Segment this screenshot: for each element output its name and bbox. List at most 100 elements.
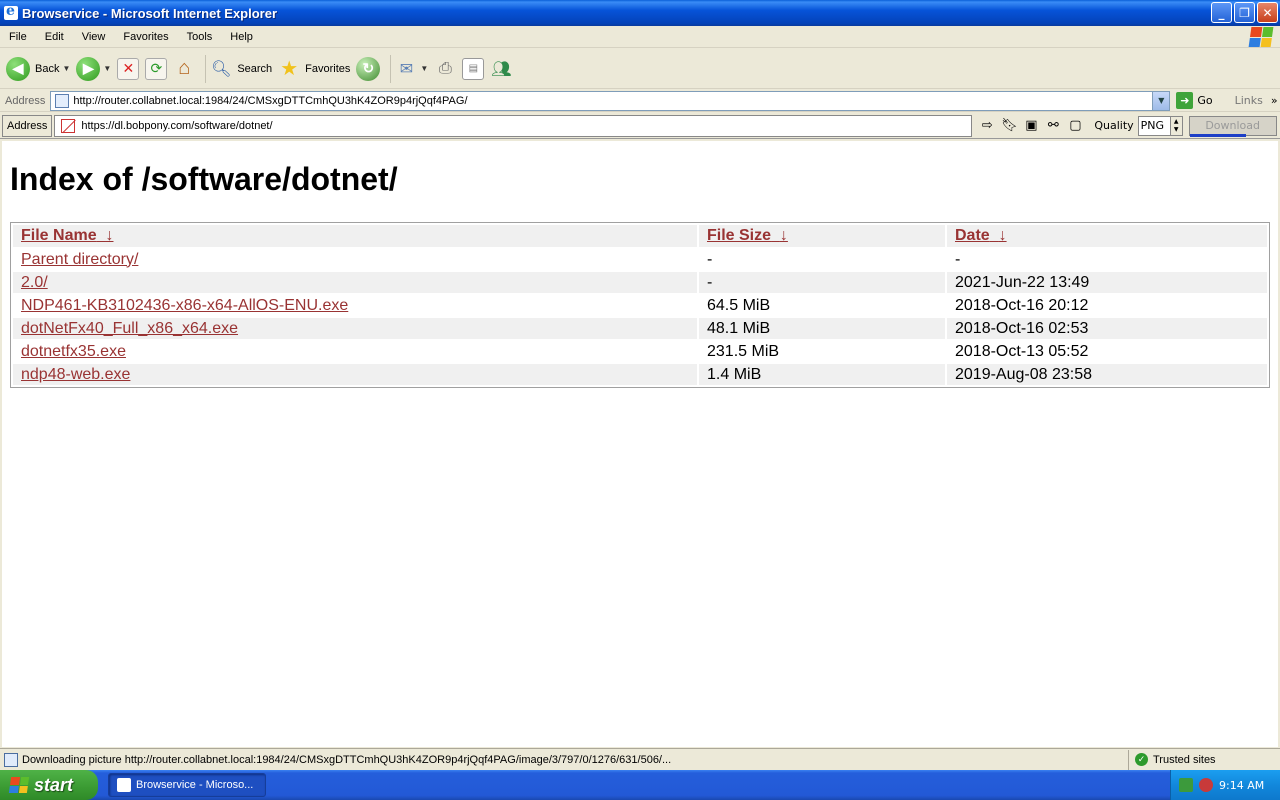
back-dropdown-icon[interactable]: ▼ <box>62 64 70 73</box>
table-row: ndp48-web.exe 1.4 MiB 2019-Aug-08 23:58 <box>13 364 1267 385</box>
forward-dropdown-icon[interactable]: ▼ <box>103 64 111 73</box>
download-button[interactable]: Download <box>1188 115 1277 137</box>
back-button[interactable]: ◀ Back ▼ <box>6 56 70 81</box>
column-header-date: Date ↓ <box>947 225 1267 247</box>
address-input[interactable] <box>73 94 1154 107</box>
quality-value: PNG <box>1140 119 1165 132</box>
menu-view[interactable]: View <box>73 31 115 43</box>
bookmark-icon[interactable]: 🔖︎ <box>1000 118 1018 133</box>
quality-select[interactable]: PNG ▲ ▼ <box>1137 115 1183 136</box>
file-link[interactable]: NDP461-KB3102436-x86-x64-AllOS-ENU.exe <box>21 297 348 314</box>
find-binoculars-icon[interactable]: ⚯ <box>1044 118 1062 133</box>
file-size: - <box>699 272 945 293</box>
table-row: dotNetFx40_Full_x86_x64.exe 48.1 MiB 201… <box>13 318 1267 339</box>
menu-edit[interactable]: Edit <box>36 31 73 43</box>
refresh-button[interactable]: ⟳ <box>145 57 168 80</box>
ie-task-icon <box>117 778 131 792</box>
print-button[interactable]: ⎙ <box>434 58 456 80</box>
stop-button[interactable]: ✕ <box>117 57 140 80</box>
file-date: 2018-Oct-13 05:52 <box>955 342 1089 360</box>
ie-app-icon[interactable] <box>4 3 18 20</box>
edit-button[interactable]: ▤ <box>462 57 485 80</box>
file-date: - <box>955 250 961 268</box>
table-row: 2.0/ - 2021-Jun-22 13:49 <box>13 272 1267 293</box>
minimize-button[interactable]: _ <box>1211 2 1232 23</box>
file-size: 48.1 MiB <box>699 318 945 339</box>
links-chevron-icon[interactable]: » <box>1271 94 1278 107</box>
column-name-label: File Name <box>21 227 97 244</box>
sort-by-name-link[interactable]: File Name ↓ <box>21 227 113 244</box>
refresh-icon: ⟳ <box>145 57 168 80</box>
file-link[interactable]: dotNetFx40_Full_x86_x64.exe <box>21 320 238 337</box>
file-size: 1.4 MiB <box>699 364 945 385</box>
home-button[interactable]: ⌂ <box>173 57 195 80</box>
security-zone[interactable]: ✓ Trusted sites <box>1128 749 1280 770</box>
print-icon: ⎙ <box>438 59 452 77</box>
close-button[interactable]: ✕ <box>1257 2 1278 23</box>
status-text: Downloading picture http://router.collab… <box>22 753 672 766</box>
mail-dropdown-icon[interactable]: ▼ <box>420 64 428 73</box>
address-field[interactable]: ▼ <box>50 90 1171 111</box>
network-icon[interactable] <box>1179 778 1193 792</box>
inner-address-label[interactable]: Address <box>2 114 53 137</box>
address-dropdown-icon[interactable]: ▼ <box>1152 91 1170 110</box>
file-link[interactable]: dotnetfx35.exe <box>21 343 126 360</box>
standard-toolbar: ◀ Back ▼ ▶ ▼ ✕ ⟳ ⌂ 🔍︎ Search ★ Favorites… <box>0 49 1280 89</box>
history-icon: ↻ <box>356 56 381 81</box>
quality-label: Quality <box>1094 119 1134 132</box>
title-bar: Browservice - Microsoft Internet Explore… <box>0 0 1280 26</box>
sort-by-date-link[interactable]: Date ↓ <box>955 227 1007 244</box>
menu-help[interactable]: Help <box>221 31 262 43</box>
file-link[interactable]: ndp48-web.exe <box>21 366 130 383</box>
clipboard-icon[interactable]: ▣ <box>1022 118 1040 133</box>
search-icon: 🔍︎ <box>211 60 232 78</box>
search-label: Search <box>237 62 273 75</box>
search-button[interactable]: 🔍︎ Search <box>210 58 272 80</box>
windows-logo-icon <box>8 777 30 793</box>
home-icon: ⌂ <box>178 57 191 79</box>
stop-icon: ✕ <box>117 57 140 80</box>
toolbar-separator <box>390 54 392 83</box>
window-controls: _ ❐ ✕ <box>1211 2 1278 23</box>
media-button[interactable]: ↻ <box>356 56 381 81</box>
menu-tools[interactable]: Tools <box>178 31 222 43</box>
inner-address-input[interactable] <box>81 119 962 132</box>
browservice-toolbar: Address ⇨ 🔖︎ ▣ ⚯ ▢ Quality PNG ▲▼ Downlo… <box>0 113 1280 139</box>
forward-arrow-icon: ▶ <box>76 56 101 81</box>
column-header-size: File Size ↓ <box>699 225 945 247</box>
menu-favorites[interactable]: Favorites <box>114 31 177 43</box>
clock[interactable]: 9:14 AM <box>1219 779 1264 792</box>
favorites-button[interactable]: ★ Favorites <box>278 58 350 80</box>
sort-by-size-link[interactable]: File Size ↓ <box>707 227 788 244</box>
file-link[interactable]: 2.0/ <box>21 274 48 291</box>
links-label[interactable]: Links <box>1235 94 1263 107</box>
start-button[interactable]: start <box>0 770 98 800</box>
address-label: Address <box>5 94 46 107</box>
security-shield-icon[interactable] <box>1199 778 1213 792</box>
download-label: Download <box>1205 119 1261 132</box>
windows-logo-icon <box>1248 27 1274 47</box>
menu-file[interactable]: File <box>0 31 36 43</box>
quality-spinner-icon[interactable]: ▲ ▼ <box>1169 116 1182 135</box>
go-arrow-icon: ➜ <box>1176 92 1194 109</box>
maximize-button[interactable]: ❐ <box>1234 2 1255 23</box>
taskbar-item-browservice[interactable]: Browservice - Microso... <box>108 773 266 797</box>
file-size: - <box>707 250 713 268</box>
back-arrow-icon: ◀ <box>6 56 30 81</box>
taskbar: start Browservice - Microso... 9:14 AM <box>0 770 1280 800</box>
status-page-icon <box>4 752 18 767</box>
file-listing-table: File Name ↓ File Size ↓ Date ↓ Parent di… <box>10 222 1270 388</box>
messenger-button[interactable]: 👥︎ <box>490 58 512 80</box>
task-label: Browservice - Microso... <box>136 779 254 791</box>
file-date: 2019-Aug-08 23:58 <box>947 364 1267 385</box>
file-link[interactable]: Parent directory/ <box>21 251 138 268</box>
paste-icon[interactable]: ▢ <box>1066 118 1084 133</box>
forward-button[interactable]: ▶ ▼ <box>76 56 111 81</box>
inner-address-field[interactable] <box>54 114 973 137</box>
go-button[interactable]: ➜ Go <box>1176 92 1213 109</box>
go-arrow-outline-icon[interactable]: ⇨ <box>978 118 996 133</box>
back-label: Back <box>35 62 60 75</box>
mail-button[interactable]: ✉ ▼ <box>395 58 429 80</box>
menu-bar: File Edit View Favorites Tools Help <box>0 26 1280 48</box>
window-title: Browservice - Microsoft Internet Explore… <box>22 5 278 21</box>
